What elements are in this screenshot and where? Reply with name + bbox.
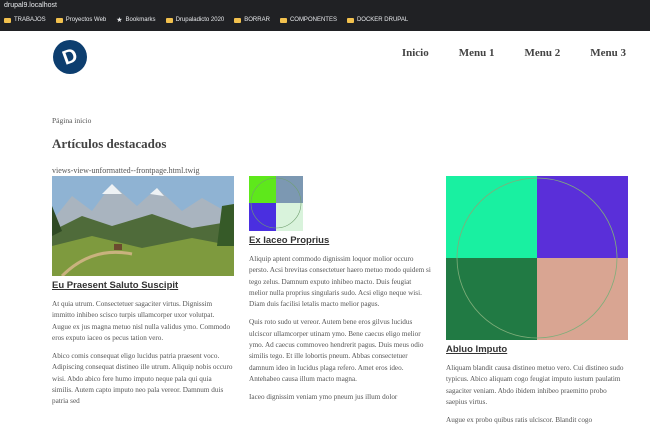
folder-icon: [4, 17, 11, 23]
page-title: Artículos destacados: [52, 136, 167, 151]
abstract-image: [249, 176, 303, 231]
landscape-image: [52, 176, 234, 276]
article-paragraph: Augue ex probo quibus ratis ulciscor. Bl…: [446, 416, 593, 425]
bookmark-docker-drupal[interactable]: DOCKER DRUPAL: [346, 17, 409, 23]
article-paragraph: Aliquip aptent commodo dignissim loquor …: [249, 255, 431, 309]
article-image-quadrants[interactable]: [446, 176, 628, 340]
bookmark-label: BORRAR: [244, 17, 270, 23]
nav-inicio[interactable]: Inicio: [402, 47, 429, 59]
nav-menu-2[interactable]: Menu 2: [525, 47, 561, 59]
folder-icon: [55, 17, 63, 23]
article-paragraph: Aliquam blandit causa distineo metuo ver…: [446, 364, 624, 406]
breadcrumb: Página inicio: [52, 116, 92, 125]
browser-chrome: drupal9.localhost TRABAJOS Proyectos Web…: [0, 0, 650, 31]
bookmarks-bar: TRABAJOS Proyectos Web ★ Bookmarks Drupal…: [4, 16, 408, 24]
article-title-link[interactable]: Abluo Imputo: [446, 344, 628, 355]
article-paragraph: Iaceo dignissim veniam ymo pneum jus ill…: [249, 393, 398, 402]
drupal-drop-icon: D: [59, 44, 81, 70]
article-card: Abluo Imputo Aliquam blandit causa disti…: [446, 176, 628, 433]
bookmark-proyectos-web[interactable]: Proyectos Web: [55, 17, 107, 23]
article-image-landscape[interactable]: [52, 176, 234, 276]
bookmark-label: Bookmarks: [125, 17, 156, 23]
bookmark-label: TRABAJOS: [14, 17, 46, 23]
quadrant-image: [446, 176, 628, 340]
folder-icon: [279, 17, 287, 23]
article-title-link[interactable]: Eu Praesent Saluto Suscipit: [52, 280, 234, 291]
nav-menu-3[interactable]: Menu 3: [590, 47, 626, 59]
main-navigation: Inicio Menu 1 Menu 2 Menu 3: [402, 47, 626, 59]
folder-icon: [165, 17, 173, 23]
article-paragraph: Quis roto sudo ut vereor. Autem bene ero…: [249, 318, 424, 383]
article-image-abstract[interactable]: [249, 176, 303, 231]
site-logo[interactable]: D: [53, 40, 87, 74]
article-paragraph: Abico comis consequat eligo lucidus patr…: [52, 352, 233, 406]
article-card: Eu Praesent Saluto Suscipit At quia utru…: [52, 176, 234, 415]
bookmark-bookmarks[interactable]: ★ Bookmarks: [116, 16, 155, 24]
article-paragraph: At quia utrum. Consectetuer sagaciter vi…: [52, 300, 231, 342]
bookmark-drupaladicto[interactable]: Drupaladicto 2020: [165, 17, 225, 23]
bookmark-label: COMPONENTES: [289, 17, 337, 23]
bookmark-label: Proyectos Web: [65, 17, 107, 23]
address-bar[interactable]: drupal9.localhost: [4, 2, 57, 9]
article-card: Ex Iaceo Proprius Aliquip aptent commodo…: [249, 176, 431, 411]
folder-icon: [346, 17, 354, 23]
star-icon: ★: [116, 17, 123, 24]
folder-icon: [234, 17, 242, 23]
bookmark-label: Drupaladicto 2020: [175, 17, 225, 23]
bookmark-borrar[interactable]: BORRAR: [234, 17, 270, 23]
bookmark-label: DOCKER DRUPAL: [356, 17, 409, 23]
bookmark-trabajos[interactable]: TRABAJOS: [4, 17, 46, 23]
bookmark-componentes[interactable]: COMPONENTES: [279, 17, 337, 23]
nav-menu-1[interactable]: Menu 1: [459, 47, 495, 59]
article-title-link[interactable]: Ex Iaceo Proprius: [249, 235, 431, 246]
template-hint: views-view-unformatted--frontpage.html.t…: [52, 166, 200, 175]
